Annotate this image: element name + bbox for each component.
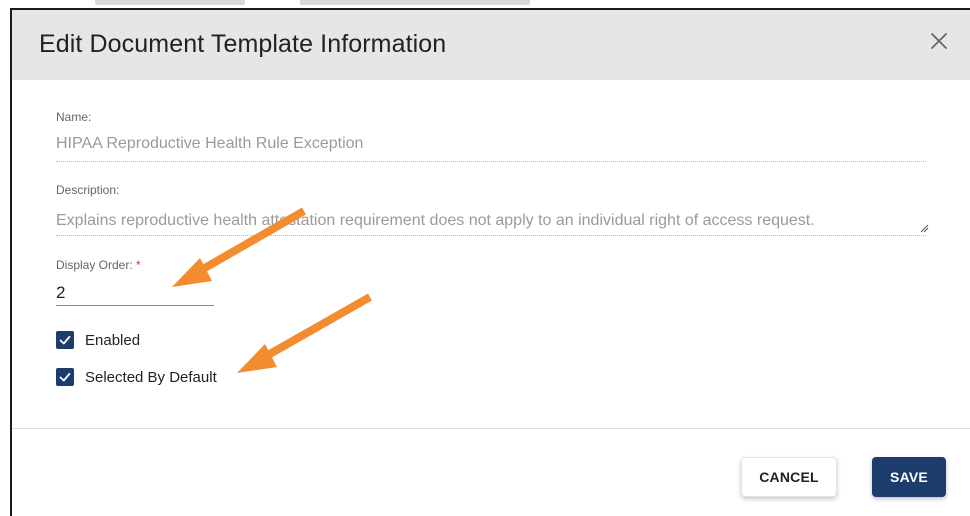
enabled-checkbox[interactable] bbox=[56, 331, 74, 349]
dialog-header: Edit Document Template Information bbox=[12, 10, 970, 80]
name-field[interactable]: HIPAA Reproductive Health Rule Exception bbox=[56, 135, 363, 153]
cancel-button[interactable]: CANCEL bbox=[741, 457, 837, 497]
resize-grip-icon[interactable] bbox=[919, 223, 929, 233]
footer-divider bbox=[12, 428, 970, 429]
name-label: Name: bbox=[56, 110, 92, 124]
enabled-checkbox-row[interactable]: Enabled bbox=[56, 331, 140, 349]
required-marker: * bbox=[136, 258, 141, 272]
enabled-label: Enabled bbox=[85, 331, 141, 349]
dialog-title: Edit Document Template Information bbox=[39, 30, 447, 58]
selected-by-default-label: Selected By Default bbox=[85, 368, 217, 386]
save-button[interactable]: SAVE bbox=[872, 457, 946, 497]
description-field[interactable]: Explains reproductive health attestation… bbox=[56, 212, 815, 230]
description-label: Description: bbox=[56, 183, 120, 197]
selected-by-default-checkbox-row[interactable]: Selected By Default bbox=[56, 368, 217, 386]
close-button[interactable] bbox=[926, 28, 952, 54]
display-order-label: Display Order: * bbox=[56, 258, 141, 272]
description-field-underline bbox=[56, 235, 926, 236]
checkmark-icon bbox=[59, 335, 71, 345]
selected-by-default-checkbox[interactable] bbox=[56, 368, 74, 386]
page: Edit Document Template Information Name:… bbox=[0, 0, 970, 516]
close-icon bbox=[931, 33, 947, 49]
name-field-underline bbox=[56, 161, 926, 162]
edit-template-dialog: Edit Document Template Information Name:… bbox=[10, 8, 970, 516]
display-order-label-text: Display Order: bbox=[56, 258, 133, 272]
display-order-input[interactable] bbox=[56, 272, 214, 306]
checkmark-icon bbox=[59, 372, 71, 382]
